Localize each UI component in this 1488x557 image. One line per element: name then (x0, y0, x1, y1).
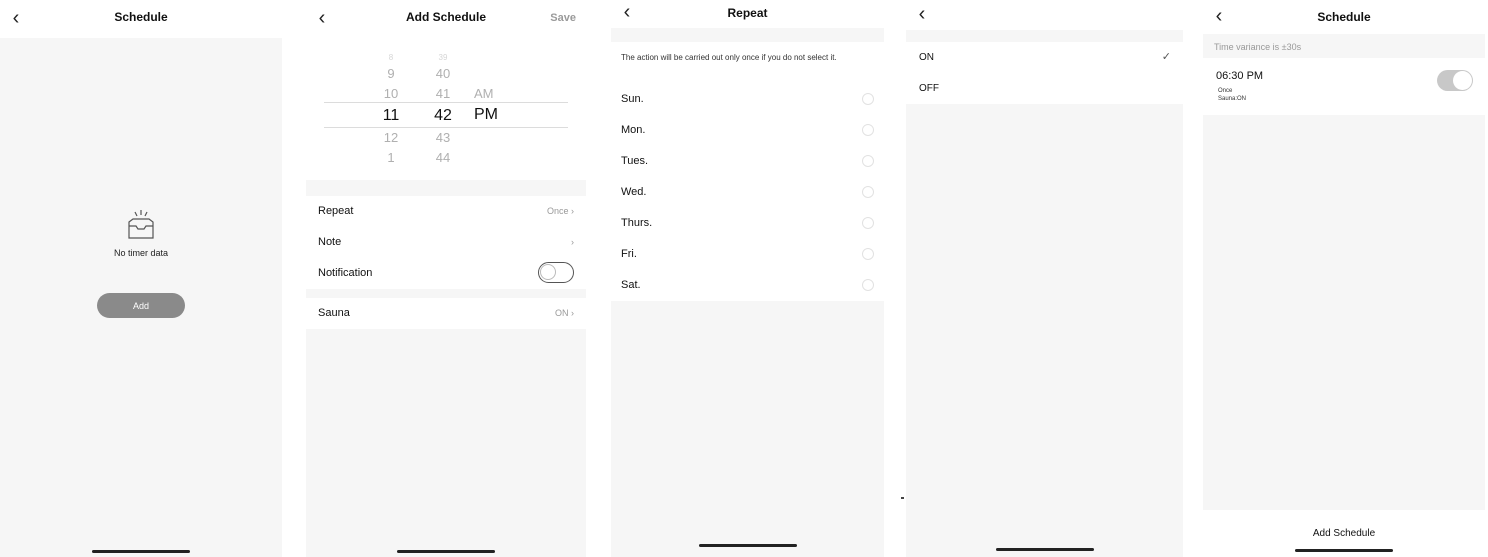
day-label: Wed. (621, 186, 647, 198)
time-variance-text: Time variance is ±30s (1214, 42, 1302, 52)
screen-schedule-empty: ‹ Schedule No timer data Add (0, 0, 282, 557)
minute-wheel[interactable]: 39 40 41 42 43 44 (428, 52, 458, 168)
repeat-note: The action will be carried out only once… (611, 42, 884, 84)
day-row-sat[interactable]: Sat. (611, 270, 884, 301)
hour-option[interactable]: 12 (376, 128, 406, 148)
day-label: Fri. (621, 248, 637, 260)
day-list: Sun. Mon. Tues. Wed. Thurs. Fri. Sat. (611, 84, 884, 301)
hour-option[interactable]: 10 (376, 84, 406, 104)
day-row-wed[interactable]: Wed. (611, 177, 884, 208)
nav-bar: ‹ Add Schedule Save (306, 0, 586, 38)
minute-option-faded: 39 (438, 53, 448, 62)
day-radio[interactable] (862, 217, 874, 229)
day-radio[interactable] (862, 93, 874, 105)
add-schedule-button[interactable]: Add Schedule (1203, 528, 1485, 539)
checkmark-icon: ✓ (1161, 51, 1171, 63)
home-indicator (397, 550, 495, 553)
home-indicator (1295, 549, 1393, 552)
notification-row: Notification (306, 258, 586, 289)
day-radio[interactable] (862, 248, 874, 260)
page-title: Repeat (727, 6, 768, 20)
day-radio[interactable] (862, 124, 874, 136)
screen-repeat: ‹ Repeat The action will be carried out … (611, 0, 884, 557)
minute-selected[interactable]: 42 (428, 104, 458, 128)
hour-option[interactable]: 9 (376, 64, 406, 84)
day-radio[interactable] (862, 155, 874, 167)
screen-add-schedule: ‹ Add Schedule Save 8 9 10 11 12 1 39 40… (306, 0, 586, 557)
repeat-row[interactable]: Repeat Once › (306, 196, 586, 227)
day-label: Mon. (621, 124, 646, 136)
repeat-label: Repeat (318, 205, 354, 217)
schedule-repeat: Once (1218, 88, 1233, 94)
chevron-right-icon: › (571, 237, 574, 247)
minute-option[interactable]: 44 (428, 148, 458, 168)
schedule-time: 06:30 PM (1216, 70, 1264, 82)
day-label: Tues. (621, 155, 649, 167)
nav-bar: ‹ Schedule (1203, 0, 1485, 34)
empty-message: No timer data (113, 248, 169, 258)
notification-label: Notification (318, 267, 373, 279)
toggle-knob (1453, 71, 1472, 90)
schedule-toggle[interactable] (1437, 70, 1473, 91)
day-radio[interactable] (862, 186, 874, 198)
hour-option-faded: 8 (388, 53, 394, 62)
home-indicator (698, 544, 797, 547)
empty-state: No timer data (0, 208, 282, 258)
day-label: Sat. (621, 279, 641, 291)
note-row[interactable]: Note › (306, 227, 586, 258)
hour-selected[interactable]: 11 (376, 104, 406, 128)
chevron-right-icon: › (571, 206, 574, 216)
nav-bar: ‹ Schedule (0, 0, 282, 38)
am-option[interactable]: AM (474, 84, 504, 104)
hour-wheel[interactable]: 8 9 10 11 12 1 (376, 52, 406, 168)
day-row-thu[interactable]: Thurs. (611, 208, 884, 239)
option-label: ON (919, 52, 934, 63)
screen-sauna-action: ‹ ON ✓ OFF (906, 0, 1183, 557)
action-options: ON ✓ OFF (906, 42, 1183, 104)
toggle-knob (540, 264, 556, 280)
notification-toggle[interactable] (538, 262, 574, 283)
screen-schedule-list: ‹ Schedule Time variance is ±30s 06:30 P… (1203, 0, 1485, 557)
stray-dot (901, 497, 904, 499)
day-row-sun[interactable]: Sun. (611, 84, 884, 115)
back-chevron-icon[interactable]: ‹ (912, 2, 932, 26)
minute-option[interactable]: 41 (428, 84, 458, 104)
nav-bar: ‹ Repeat (611, 0, 884, 28)
sauna-label: Sauna (318, 307, 350, 319)
note-label: Note (318, 236, 342, 248)
day-row-mon[interactable]: Mon. (611, 115, 884, 146)
page-title: Add Schedule (405, 10, 486, 24)
time-variance: Time variance is ±30s (1203, 38, 1485, 58)
sauna-value: ON › (554, 308, 574, 318)
pm-selected[interactable]: PM (474, 103, 504, 127)
schedule-action: Sauna:ON (1218, 96, 1247, 102)
schedule-item[interactable]: 06:30 PM Once Sauna:ON (1203, 58, 1485, 115)
option-label: OFF (919, 83, 939, 94)
add-button[interactable]: Add (97, 293, 185, 318)
day-row-fri[interactable]: Fri. (611, 239, 884, 270)
repeat-note-text: The action will be carried out only once… (621, 53, 837, 62)
minute-option[interactable]: 43 (428, 128, 458, 148)
day-row-tue[interactable]: Tues. (611, 146, 884, 177)
day-label: Sun. (621, 93, 644, 105)
day-radio[interactable] (862, 279, 874, 291)
repeat-value: Once › (546, 206, 574, 216)
time-picker[interactable]: 8 9 10 11 12 1 39 40 41 42 43 44 AM PM (306, 38, 586, 180)
option-off[interactable]: OFF (906, 73, 1183, 104)
chevron-right-icon: › (571, 308, 574, 318)
minute-option[interactable]: 40 (428, 64, 458, 84)
hour-option[interactable]: 1 (376, 148, 406, 168)
sauna-group: Sauna ON › (306, 298, 586, 329)
home-indicator (92, 550, 190, 553)
settings-group: Repeat Once › Note › Notification (306, 196, 586, 289)
page-title: Schedule (1317, 10, 1371, 24)
option-on[interactable]: ON ✓ (906, 42, 1183, 73)
nav-bar: ‹ (906, 0, 1183, 30)
page-title: Schedule (114, 10, 168, 24)
sauna-row[interactable]: Sauna ON › (306, 298, 586, 329)
day-label: Thurs. (621, 217, 653, 229)
save-button[interactable]: Save (550, 12, 576, 24)
home-indicator (995, 548, 1094, 551)
empty-tray-icon (128, 210, 154, 239)
